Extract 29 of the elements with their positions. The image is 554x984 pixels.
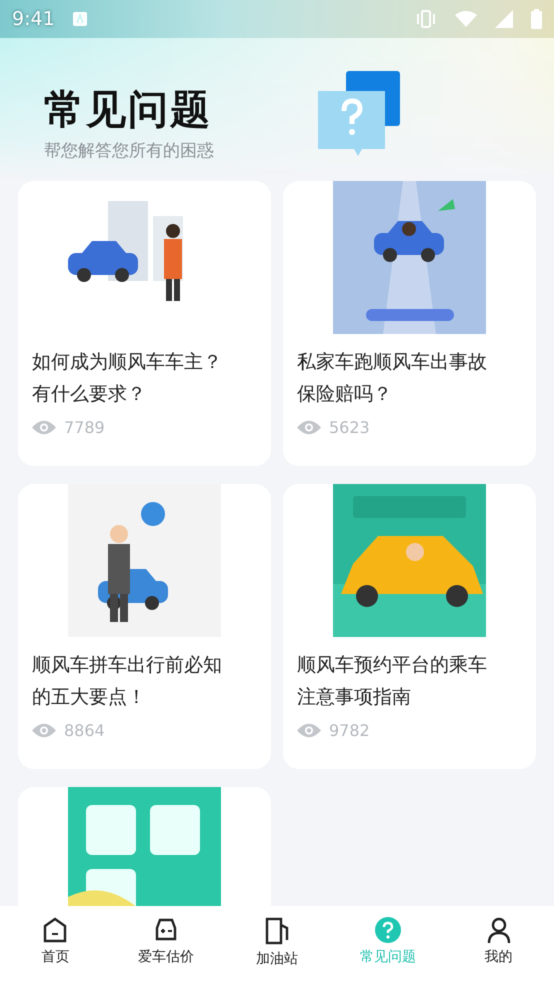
page-subtitle: 帮您解答您所有的困惑: [44, 140, 214, 162]
article-title: 顺风车预约平台的乘车注意事项指南: [297, 653, 488, 710]
view-count: 9782: [329, 721, 370, 740]
article-card[interactable]: 顺风车拼车出行前必知的五大要点！ 8864: [18, 484, 271, 769]
eye-icon: [297, 723, 321, 738]
eye-icon: [297, 420, 321, 435]
eye-icon: [32, 723, 56, 738]
status-time: 9:41: [12, 8, 55, 30]
article-card[interactable]: 私家车跑顺风车出事故保险赔吗？ 5623: [283, 181, 536, 466]
notification-icon: [72, 12, 87, 26]
nav-tab[interactable]: 加油站: [222, 906, 332, 984]
page-title: 常见问题: [44, 86, 213, 135]
view-count: 5623: [329, 418, 370, 437]
vibrate-icon: [415, 10, 437, 28]
help-icon: [374, 916, 402, 944]
nav-tab[interactable]: 首页: [0, 906, 111, 984]
battery-icon: [531, 9, 542, 29]
article-title: 顺风车拼车出行前必知的五大要点！: [32, 653, 223, 710]
article-title: 如何成为顺风车车主？有什么要求？: [32, 350, 223, 407]
eye-icon: [32, 420, 56, 435]
wifi-icon: [455, 11, 477, 27]
article-card[interactable]: 如何成为顺风车车主？有什么要求？ 7789: [18, 181, 271, 466]
signal-icon: [495, 10, 513, 28]
article-title: 私家车跑顺风车出事故保险赔吗？: [297, 350, 488, 407]
nav-tab[interactable]: 爱车估价: [110, 906, 222, 984]
view-count: 7789: [64, 418, 105, 437]
nav-tab[interactable]: 我的: [443, 906, 554, 984]
view-count: 8864: [64, 721, 105, 740]
article-card[interactable]: 顺风车预约平台的乘车注意事项指南 9782: [283, 484, 536, 769]
